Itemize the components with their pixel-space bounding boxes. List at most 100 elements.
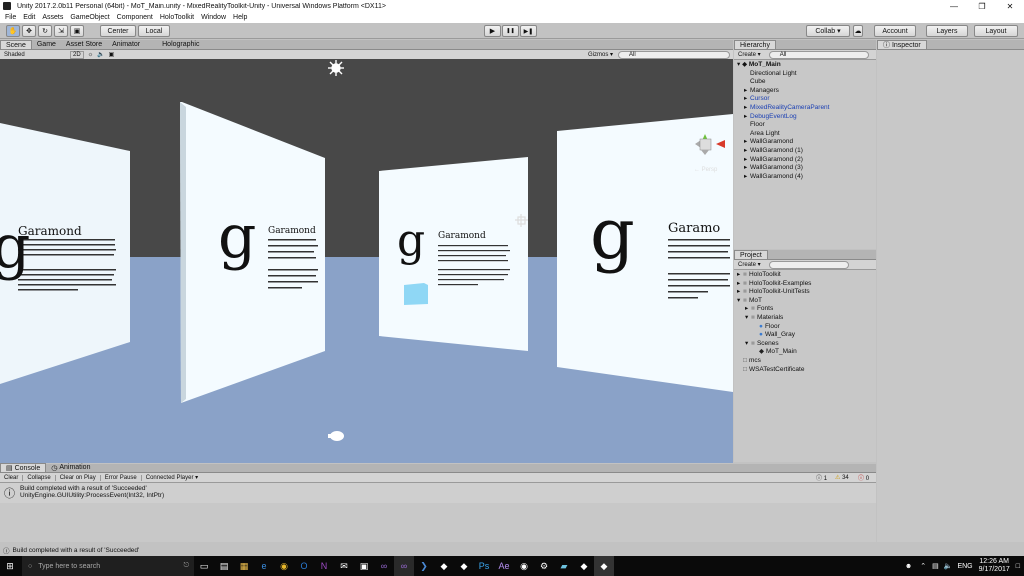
info-count-toggle[interactable]: ⓘ 1: [816, 473, 827, 482]
hierarchy-item[interactable]: Cube: [734, 78, 876, 87]
tab-game[interactable]: Game: [32, 40, 61, 49]
unity-2-icon[interactable]: ◆: [454, 556, 474, 576]
effects-toggle-icon[interactable]: ▣: [109, 51, 115, 58]
console-clear-button[interactable]: Clear: [4, 474, 24, 481]
hierarchy-item[interactable]: ▸ MixedRealityCameraParent: [734, 104, 876, 113]
volume-icon[interactable]: 🔈: [944, 562, 953, 570]
project-item[interactable]: ● Floor: [734, 323, 876, 332]
project-search-input[interactable]: [768, 260, 849, 269]
gizmos-dropdown[interactable]: Gizmos ▾: [588, 51, 613, 58]
chrome-icon[interactable]: ◉: [274, 556, 294, 576]
hierarchy-item[interactable]: ▸ WallGaramond (3): [734, 164, 876, 173]
console-clear-on-play-button[interactable]: Clear on Play: [60, 474, 101, 481]
connected-player-dropdown[interactable]: Connected Player ▾: [146, 474, 198, 481]
pivot-center-toggle[interactable]: Center: [100, 25, 136, 37]
unity-icon[interactable]: ◆: [434, 556, 454, 576]
wall-garamond-4[interactable]: [557, 114, 733, 392]
tab-console[interactable]: ▤ Console: [0, 463, 47, 472]
layers-dropdown[interactable]: Layers: [926, 25, 968, 37]
layout-dropdown[interactable]: Layout: [974, 25, 1018, 37]
tray-chevron-icon[interactable]: ⌃: [920, 562, 926, 570]
menu-component[interactable]: Component: [117, 14, 153, 21]
scene-search-input[interactable]: All: [618, 50, 730, 59]
menu-gameobject[interactable]: GameObject: [70, 14, 109, 21]
project-item[interactable]: ▸ ■ HoloToolkit: [734, 271, 876, 280]
project-create-dropdown[interactable]: Create ▾: [738, 261, 761, 268]
status-message[interactable]: Build completed with a result of 'Succee…: [13, 547, 140, 554]
tab-animation[interactable]: ◷ Animation: [46, 463, 95, 472]
network-icon[interactable]: ▤: [932, 562, 939, 570]
menu-assets[interactable]: Assets: [42, 14, 63, 21]
hierarchy-item[interactable]: ▸ WallGaramond: [734, 138, 876, 147]
store-icon[interactable]: ▣: [354, 556, 374, 576]
lighting-toggle-icon[interactable]: ☼: [88, 52, 94, 58]
hierarchy-item[interactable]: ▸ DebugEventLog: [734, 113, 876, 122]
settings-icon[interactable]: ⚙: [534, 556, 554, 576]
visual-studio-2-icon[interactable]: ∞: [394, 556, 414, 576]
project-item[interactable]: ▸ ■ HoloToolkit-Examples: [734, 280, 876, 289]
step-button[interactable]: ▶❚: [520, 25, 537, 37]
hierarchy-item[interactable]: Directional Light: [734, 70, 876, 79]
hierarchy-item[interactable]: ▸ WallGaramond (2): [734, 156, 876, 165]
taskbar-search-box[interactable]: ○ Type here to search ⎋: [22, 556, 194, 576]
powershell-icon[interactable]: ❯: [414, 556, 434, 576]
app-icon[interactable]: ▰: [554, 556, 574, 576]
hierarchy-search-input[interactable]: All: [768, 50, 869, 59]
move-tool-button[interactable]: ✥: [22, 25, 36, 37]
close-button[interactable]: ✕: [996, 2, 1024, 11]
notifications-icon[interactable]: □: [1016, 563, 1020, 570]
project-item[interactable]: □ WSATestCertificate: [734, 366, 876, 375]
rect-tool-button[interactable]: ▣: [70, 25, 84, 37]
account-dropdown[interactable]: Account: [874, 25, 916, 37]
console-error-pause-button[interactable]: Error Pause: [105, 474, 142, 481]
hierarchy-create-dropdown[interactable]: Create ▾: [738, 51, 761, 58]
tab-animator[interactable]: Animator: [107, 40, 145, 49]
tab-holographic[interactable]: Holographic: [157, 40, 204, 49]
hierarchy-item[interactable]: ▸ Managers: [734, 87, 876, 96]
menu-window[interactable]: Window: [201, 14, 226, 21]
hierarchy-item[interactable]: Area Light: [734, 130, 876, 139]
menu-file[interactable]: File: [5, 14, 16, 21]
mixed-reality-icon[interactable]: ▤: [214, 556, 234, 576]
project-item[interactable]: ▸ ■ Fonts: [734, 305, 876, 314]
project-item[interactable]: ● Wall_Gray: [734, 331, 876, 340]
edge-icon[interactable]: e: [254, 556, 274, 576]
photoshop-icon[interactable]: Ps: [474, 556, 494, 576]
persp-label[interactable]: ← Persp: [694, 167, 717, 173]
hierarchy-item[interactable]: ▸ WallGaramond (1): [734, 147, 876, 156]
outlook-icon[interactable]: O: [294, 556, 314, 576]
menu-edit[interactable]: Edit: [23, 14, 35, 21]
directional-light-icon[interactable]: [328, 60, 344, 76]
hand-tool-button[interactable]: ✋: [6, 25, 20, 37]
scale-tool-button[interactable]: ⇲: [54, 25, 68, 37]
audio-toggle-icon[interactable]: 🔈: [97, 51, 104, 58]
collab-button[interactable]: Collab ▾: [806, 25, 850, 37]
console-collapse-button[interactable]: Collapse: [27, 474, 56, 481]
project-item[interactable]: ▸ ■ HoloToolkit-UnitTests: [734, 288, 876, 297]
project-item[interactable]: ▾ ■ MoT: [734, 297, 876, 306]
space-local-toggle[interactable]: Local: [138, 25, 170, 37]
project-item[interactable]: □ mcs: [734, 357, 876, 366]
hierarchy-item[interactable]: ▸ Cursor: [734, 95, 876, 104]
error-count-toggle[interactable]: ⓘ 0: [858, 473, 869, 482]
maximize-button[interactable]: ❐: [968, 2, 996, 11]
hierarchy-item[interactable]: ▸ WallGaramond (4): [734, 173, 876, 182]
shading-mode-dropdown[interactable]: Shaded: [4, 52, 64, 58]
unity-4-icon[interactable]: ◆: [594, 556, 614, 576]
mail-icon[interactable]: ✉: [334, 556, 354, 576]
start-button[interactable]: ⊞: [0, 556, 20, 576]
scene-root-item[interactable]: ▾ ◆ MoT_Main: [734, 61, 876, 70]
globe-icon[interactable]: ◉: [514, 556, 534, 576]
minimize-button[interactable]: —: [940, 2, 968, 11]
file-explorer-icon[interactable]: ▦: [234, 556, 254, 576]
clock[interactable]: 12:26 AM 9/17/2017: [979, 558, 1010, 574]
project-item[interactable]: ▾ ■ Materials: [734, 314, 876, 323]
hierarchy-item[interactable]: Floor: [734, 121, 876, 130]
tab-project[interactable]: Project: [734, 250, 768, 259]
unity-3-icon[interactable]: ◆: [574, 556, 594, 576]
menu-help[interactable]: Help: [233, 14, 247, 21]
tab-asset-store[interactable]: Asset Store: [61, 40, 107, 49]
tab-scene[interactable]: Scene: [0, 40, 32, 49]
language-indicator[interactable]: ENG: [957, 563, 972, 570]
menu-holotoolkit[interactable]: HoloToolkit: [160, 14, 194, 21]
